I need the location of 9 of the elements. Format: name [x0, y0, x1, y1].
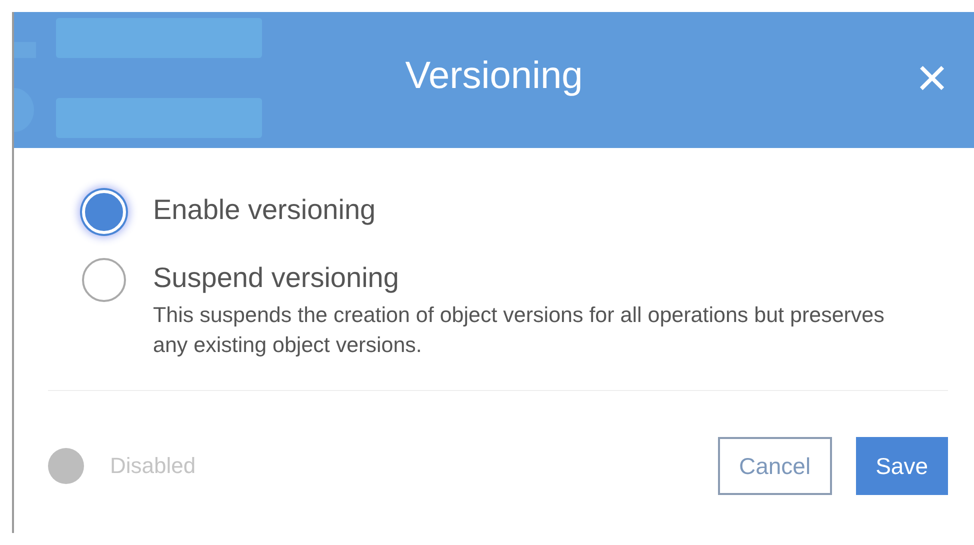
close-button[interactable]: × — [912, 58, 952, 98]
cancel-button[interactable]: Cancel — [718, 437, 832, 495]
save-button[interactable]: Save — [856, 437, 948, 495]
option-label: Enable versioning — [153, 193, 376, 227]
toggle-label: Disabled — [110, 453, 197, 479]
dialog-title: Versioning — [405, 54, 583, 98]
option-description: This suspends the creation of object versions for all operations but preserves any existing object versions. — [153, 302, 886, 359]
radio-button[interactable] — [82, 258, 126, 302]
option-label: Suspend versioning — [153, 261, 400, 295]
